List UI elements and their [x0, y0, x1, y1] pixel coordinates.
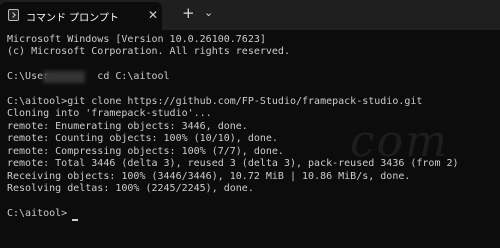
watermark: com — [350, 116, 449, 167]
console-line: Microsoft Windows [Version 10.0.26100.76… — [7, 34, 266, 45]
console-line: Cloning into 'framepack-studio'... — [7, 108, 212, 119]
new-tab-button[interactable]: + — [182, 5, 195, 21]
console-line: Resolving deltas: 100% (2245/2245), done… — [7, 183, 254, 194]
tab-command-prompt[interactable]: コマンド プロンプト ✕ — [0, 2, 162, 30]
console-prompt: C:\aitool> — [7, 208, 68, 219]
chevron-down-icon[interactable]: ⌄ — [204, 6, 213, 20]
console-line: C:\aitool>git clone https://github.com/F… — [7, 96, 423, 107]
console-line: Receiving objects: 100% (3446/3446), 10.… — [7, 171, 411, 182]
console-line: (c) Microsoft Corporation. All rights re… — [7, 46, 290, 57]
terminal-icon — [8, 9, 19, 21]
console-line: C:\User cd C:\aitool — [7, 71, 170, 82]
text-cursor — [72, 219, 78, 221]
redacted-username — [43, 71, 85, 83]
terminal-window: コマンド プロンプト ✕ + ⌄ Microsoft Windows [Vers… — [0, 0, 500, 248]
close-tab-icon[interactable]: ✕ — [148, 8, 158, 22]
title-bar: コマンド プロンプト ✕ + ⌄ — [0, 0, 500, 30]
console-line: remote: Counting objects: 100% (10/10), … — [7, 133, 278, 144]
console-output[interactable]: Microsoft Windows [Version 10.0.26100.76… — [0, 30, 500, 248]
tab-title: コマンド プロンプト — [26, 13, 119, 24]
console-line: remote: Compressing objects: 100% (7/7),… — [7, 146, 284, 157]
console-line: remote: Enumerating objects: 3446, done. — [7, 121, 248, 132]
